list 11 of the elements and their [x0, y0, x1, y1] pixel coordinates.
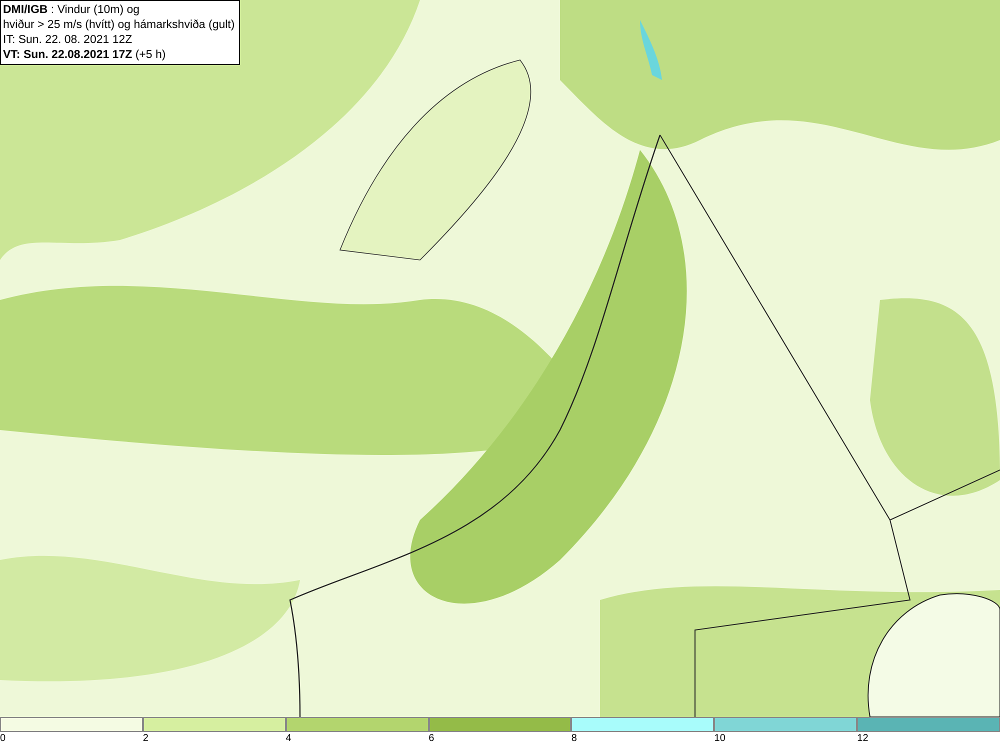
legend-tick-label: 2	[142, 732, 148, 745]
legend-tick-label: 12	[857, 732, 868, 745]
legend-tick-label: 0	[0, 732, 6, 745]
info-text: IT: Sun. 22. 08. 2021 12Z	[3, 33, 134, 47]
legend-tick-label: 10	[714, 732, 726, 745]
legend-tick-label: 6	[428, 732, 434, 745]
legend-tick-label: 8	[571, 732, 577, 745]
info-text: DMI/IGB : Vindur (10m) og	[3, 3, 141, 17]
info-text: VT: Sun. 22.08.2021 17Z (+5 h)	[3, 48, 167, 62]
info-text: hviður > 25 m/s (hvítt) og hámarkshviða (gult)	[3, 18, 235, 32]
legend-tick-label: 4	[286, 732, 292, 745]
